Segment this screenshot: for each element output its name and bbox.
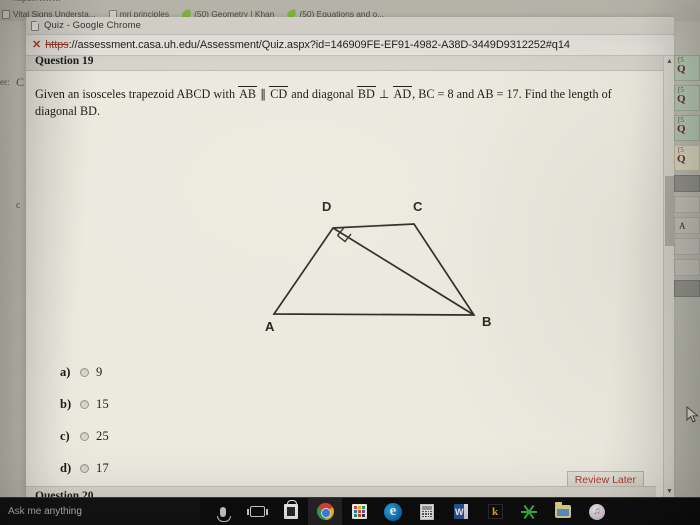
question-navigator[interactable]: [5 Q [5 Q [5 Q [5 Q A — [674, 55, 700, 455]
page-favicon — [31, 20, 39, 31]
cortana-search-box[interactable]: Ask me anything — [0, 497, 200, 525]
calendar-icon[interactable] — [342, 498, 376, 525]
vertex-label-d: D — [322, 199, 331, 214]
vertex-label-c: C — [413, 199, 423, 214]
question-nav-label: Q — [677, 153, 686, 165]
question-nav-spacer — [674, 175, 700, 192]
question-nav-blank[interactable] — [674, 238, 700, 255]
task-view-icon[interactable] — [240, 498, 274, 525]
url-text[interactable]: https://assessment.casa.uh.edu/Assessmen… — [45, 39, 570, 51]
question-nav-label: Q — [677, 93, 686, 105]
itunes-glyph: ♫ — [589, 503, 605, 520]
scrollbar-thumb[interactable] — [665, 176, 674, 246]
option-letter: c) — [60, 428, 70, 443]
answer-option-c[interactable]: c) 25 — [60, 420, 360, 452]
next-question-header-bar[interactable]: Question 20 — [26, 486, 656, 497]
parallel-symbol: ∥ — [257, 87, 270, 101]
chrome-titlebar: Quiz - Google Chrome — [26, 17, 674, 35]
scrollbar-down-arrow[interactable]: ▼ — [664, 486, 674, 497]
question-nav-item[interactable]: [5 Q — [674, 55, 700, 81]
edge-glyph: e — [384, 502, 402, 521]
question-nav-blank[interactable] — [674, 196, 700, 213]
option-value: 15 — [96, 396, 109, 411]
question-text-part1: Given an isosceles trapezoid ABCD with — [35, 87, 239, 101]
question-nav-label: Q — [677, 123, 686, 135]
microsoft-store-icon[interactable] — [274, 498, 308, 525]
url-scheme: https — [45, 39, 69, 51]
page-scrollbar[interactable]: ▲ ▼ — [663, 56, 674, 497]
diagonal-bd — [332, 227, 475, 316]
question-nav-spacer — [674, 280, 700, 297]
segment-ad: AD — [392, 86, 413, 101]
segment-cd: CD — [269, 86, 289, 101]
question-nav-extra[interactable]: A — [674, 217, 700, 234]
question-nav-label: Q — [677, 63, 686, 75]
url-rest: ://assessment.casa.uh.edu/Assessment/Qui… — [68, 39, 570, 51]
document-icon — [2, 9, 10, 19]
quiz-page: Question 19 Given an isosceles trapezoid… — [26, 56, 674, 497]
option-letter: b) — [60, 396, 72, 411]
next-question-heading: Question 20 — [35, 490, 94, 497]
question-text: Given an isosceles trapezoid ABCD with A… — [35, 86, 615, 120]
question-number-heading: Question 19 — [35, 56, 94, 67]
radio-button[interactable] — [80, 431, 89, 441]
vertex-label-b: B — [482, 314, 491, 329]
question-text-part2: and diagonal — [288, 87, 357, 101]
address-bar[interactable]: ✕ https://assessment.casa.uh.edu/Assessm… — [26, 35, 674, 56]
word-glyph: W — [454, 504, 468, 519]
option-value: 25 — [96, 428, 109, 443]
windows-taskbar: Ask me anything e W k ♫ — [0, 497, 700, 525]
trapezoid-diagram: A B C D — [265, 199, 491, 334]
answer-option-a[interactable]: a) 9 — [60, 356, 360, 388]
question-nav-item[interactable]: [5 Q — [674, 145, 700, 171]
question-nav-blank[interactable] — [674, 259, 700, 276]
chrome-window: Quiz - Google Chrome ✕ https://assessmen… — [26, 17, 674, 497]
file-explorer-icon[interactable] — [546, 498, 580, 525]
trapezoid-outline — [272, 223, 476, 316]
microsoft-edge-icon[interactable]: e — [376, 498, 410, 525]
option-letter: a) — [60, 364, 71, 379]
background-text-1: er: — [0, 77, 10, 87]
question-body: Given an isosceles trapezoid ABCD with A… — [26, 71, 656, 497]
segment-ab: AB — [238, 86, 258, 101]
search-placeholder-text: Ask me anything — [8, 506, 82, 517]
screen-photo: https://www. Vital Signs Understa... mri… — [0, 0, 700, 525]
vertex-label-a: A — [265, 319, 275, 334]
scrollbar-up-arrow[interactable]: ▲ — [664, 56, 674, 67]
radio-button[interactable] — [80, 399, 89, 409]
kindle-icon[interactable]: k — [478, 498, 512, 525]
background-text-2: C — [16, 75, 25, 89]
radio-button[interactable] — [80, 367, 89, 377]
answer-option-b[interactable]: b) 15 — [60, 388, 360, 420]
taskbar-icons: e W k ♫ — [206, 497, 614, 525]
calculator-icon[interactable] — [410, 498, 444, 525]
google-chrome-icon[interactable] — [308, 497, 342, 525]
background-window-sliver: er: C c — [0, 55, 26, 235]
perpendicular-symbol: ⊥ — [375, 87, 393, 101]
insecure-connection-icon[interactable]: ✕ — [32, 39, 41, 51]
microphone-icon[interactable] — [206, 498, 240, 525]
window-title: Quiz - Google Chrome — [44, 20, 142, 31]
mouse-cursor — [686, 406, 699, 423]
itunes-icon[interactable]: ♫ — [580, 498, 614, 525]
background-url-sliver: https://www. — [12, 0, 61, 3]
question-header-bar: Question 19 — [26, 56, 674, 71]
kindle-glyph: k — [487, 504, 503, 519]
question-nav-item[interactable]: [5 Q — [674, 115, 700, 141]
green-app-icon[interactable] — [512, 498, 546, 525]
question-nav-item[interactable]: [5 Q — [674, 85, 700, 111]
segment-bd: BD — [356, 86, 376, 101]
microsoft-word-icon[interactable]: W — [444, 498, 478, 525]
option-value: 9 — [96, 364, 103, 379]
background-text-3: c — [16, 200, 21, 211]
